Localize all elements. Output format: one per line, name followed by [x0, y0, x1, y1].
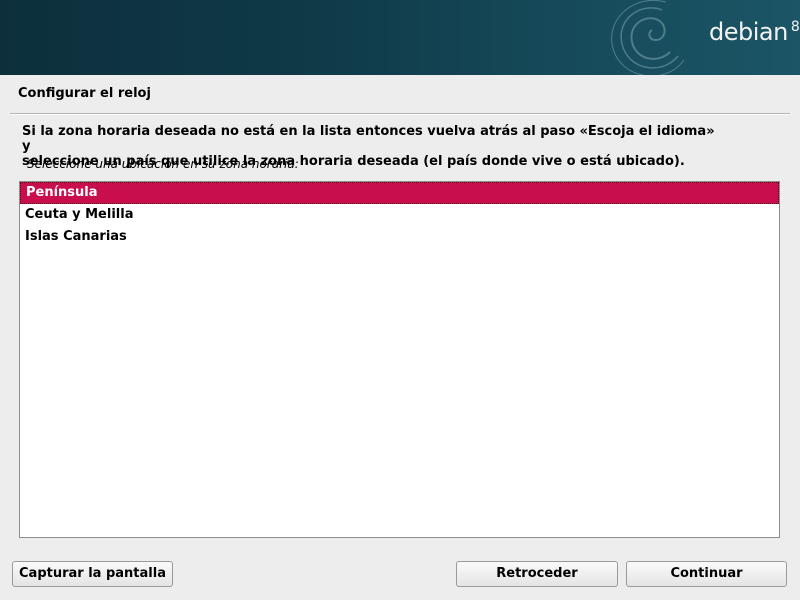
- list-item-peninsula[interactable]: Península: [20, 182, 779, 204]
- debian-swirl-icon: [611, 0, 685, 75]
- timezone-list[interactable]: Península Ceuta y Melilla Islas Canarias: [19, 181, 780, 538]
- back-button[interactable]: Retroceder: [456, 561, 618, 587]
- separator: [10, 113, 790, 115]
- header-banner: debian 8: [0, 0, 800, 75]
- brand-text: debian: [709, 18, 788, 46]
- list-prompt: Seleccione una ubicación en su zona hora…: [27, 157, 299, 171]
- continue-button[interactable]: Continuar: [626, 561, 787, 587]
- brand-version: 8: [790, 19, 800, 35]
- list-item-ceuta-melilla[interactable]: Ceuta y Melilla: [20, 204, 779, 226]
- page-title: Configurar el reloj: [18, 86, 151, 101]
- debian-logo: debian 8: [709, 18, 800, 46]
- list-item-islas-canarias[interactable]: Islas Canarias: [20, 226, 779, 248]
- description-line-1: Si la zona horaria deseada no está en la…: [22, 124, 715, 154]
- screenshot-button[interactable]: Capturar la pantalla: [12, 561, 173, 587]
